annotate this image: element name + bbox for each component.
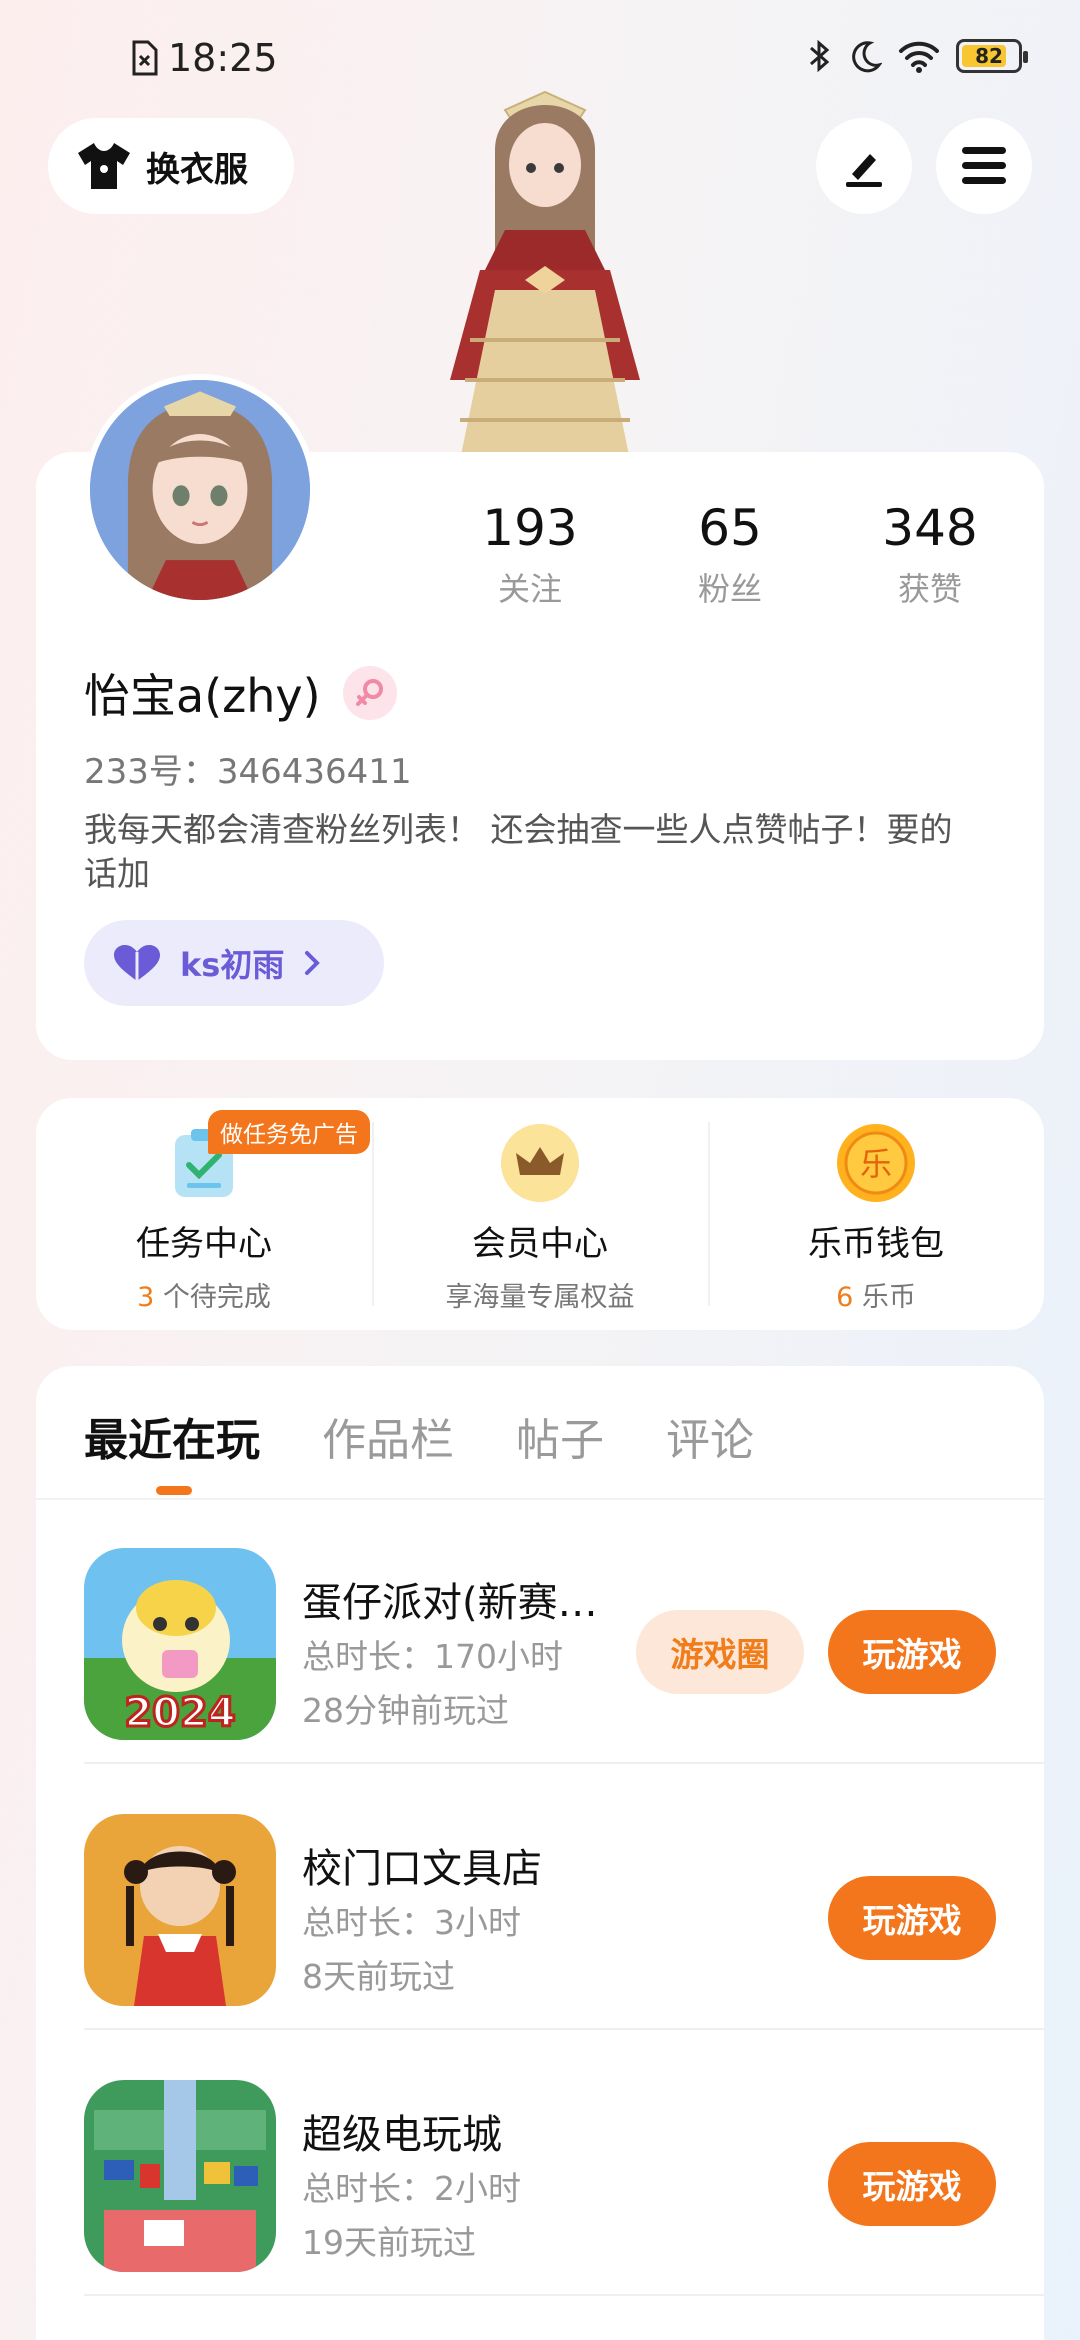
- user-id: 233号：346436411: [84, 752, 412, 792]
- change-outfit-button[interactable]: 换衣服: [48, 118, 294, 214]
- coin-unit: 乐币: [853, 1282, 916, 1313]
- edit-profile-button[interactable]: [816, 118, 912, 214]
- menu-icon: [962, 147, 1006, 184]
- bio: 我每天都会清查粉丝列表！ 还会抽查一些人点赞帖子！要的话加: [84, 810, 953, 893]
- shirt-icon: [78, 143, 130, 189]
- game-icon-stationery-shop: [84, 1814, 276, 2006]
- cp-tag-label: ks初雨: [180, 946, 285, 984]
- heart-icon: [114, 945, 160, 981]
- svg-text:乐: 乐: [860, 1145, 892, 1183]
- active-tab-indicator: [156, 1486, 192, 1495]
- game-duration: 总时长：2小时: [302, 2169, 521, 2208]
- play-game-button[interactable]: 玩游戏: [828, 1610, 996, 1694]
- sim-off-icon: [132, 40, 158, 76]
- task-center-title: 任务中心: [136, 1224, 272, 1264]
- stat-likes-count: 348: [882, 499, 978, 557]
- task-pending-label: 个待完成: [154, 1282, 271, 1313]
- pen-icon: [846, 154, 882, 187]
- tab-works[interactable]: 作品栏: [322, 1404, 454, 1468]
- svg-text:2024: 2024: [124, 1690, 235, 1736]
- menu-button[interactable]: [936, 118, 1032, 214]
- game-duration: 总时长：3小时: [302, 1903, 521, 1942]
- list-item[interactable]: 超级电玩城 总时长：2小时 19天前玩过 玩游戏: [84, 2032, 1044, 2296]
- stat-following[interactable]: 193 关注: [430, 498, 630, 610]
- play-game-button[interactable]: 玩游戏: [828, 2142, 996, 2226]
- coin-icon: 乐: [837, 1124, 915, 1202]
- stat-fans[interactable]: 65 粉丝: [630, 498, 830, 610]
- content-card: 最近在玩 作品栏 帖子 评论 2024 蛋仔派对(新赛季) 总时长：170小时 …: [36, 1366, 1044, 2340]
- chevron-right-icon: [305, 951, 321, 975]
- crown-icon: [501, 1124, 579, 1202]
- vip-center-subtitle: 享海量专属权益: [445, 1282, 635, 1313]
- coin-wallet-button[interactable]: 乐 乐币钱包 6 乐币: [708, 1098, 1044, 1330]
- nickname: 怡宝a(zhy): [84, 669, 321, 723]
- vip-center-title: 会员中心: [472, 1224, 608, 1264]
- stat-following-count: 193: [482, 499, 578, 557]
- coin-balance: 6: [836, 1282, 854, 1313]
- cp-tag-chip[interactable]: ks初雨: [84, 920, 384, 1006]
- game-icon-eggy-party: 2024: [84, 1548, 276, 1740]
- game-last-played: 28分钟前玩过: [302, 1691, 509, 1730]
- game-circle-button[interactable]: 游戏圈: [636, 1610, 804, 1694]
- services-card: 任务中心 3 个待完成 做任务免广告 会员中心 享海量专属权益 乐 乐币钱包 6…: [36, 1098, 1044, 1330]
- status-time: 18:25: [168, 36, 278, 80]
- list-item[interactable]: 校门口文具店 总时长：3小时 8天前玩过 玩游戏: [84, 1766, 1044, 2030]
- stat-likes[interactable]: 348 获赞: [830, 498, 1030, 610]
- play-game-button[interactable]: 玩游戏: [828, 1876, 996, 1960]
- avatar[interactable]: [84, 374, 316, 606]
- stat-following-label: 关注: [497, 570, 562, 608]
- content-tabs: 最近在玩 作品栏 帖子 评论: [84, 1404, 754, 1468]
- game-title: 蛋仔派对(新赛季): [302, 1580, 612, 1626]
- tab-recently-played[interactable]: 最近在玩: [84, 1404, 260, 1468]
- game-icon-arcade: [84, 2080, 276, 2272]
- coin-wallet-title: 乐币钱包: [808, 1224, 944, 1264]
- stat-likes-label: 获赞: [897, 570, 962, 608]
- battery-level: 82: [975, 44, 1003, 68]
- stat-fans-count: 65: [698, 499, 762, 557]
- profile-stats: 193 关注 65 粉丝 348 获赞: [430, 498, 1030, 610]
- stat-fans-label: 粉丝: [697, 570, 762, 608]
- task-center-button[interactable]: 任务中心 3 个待完成 做任务免广告: [36, 1098, 372, 1330]
- task-pending-count: 3: [137, 1282, 155, 1313]
- vip-center-button[interactable]: 会员中心 享海量专属权益: [372, 1098, 708, 1330]
- game-last-played: 8天前玩过: [302, 1957, 455, 1996]
- game-duration: 总时长：170小时: [302, 1637, 563, 1676]
- bluetooth-icon: [810, 39, 830, 73]
- change-outfit-label: 换衣服: [146, 149, 248, 190]
- game-last-played: 19天前玩过: [302, 2223, 476, 2262]
- wifi-icon: [899, 41, 939, 73]
- list-item[interactable]: 2024 蛋仔派对(新赛季) 总时长：170小时 28分钟前玩过 游戏圈 玩游戏: [84, 1500, 1044, 1764]
- game-title: 超级电玩城: [302, 2112, 502, 2158]
- female-gender-icon: [342, 666, 397, 720]
- tab-comments[interactable]: 评论: [666, 1404, 754, 1468]
- avatar-character-image[interactable]: [400, 90, 690, 460]
- tab-posts[interactable]: 帖子: [516, 1404, 604, 1468]
- task-ad-free-badge: 做任务免广告: [208, 1110, 370, 1154]
- battery-icon: 82: [956, 39, 1028, 73]
- moon-icon: [852, 41, 882, 73]
- nickname-row: 怡宝a(zhy): [84, 660, 397, 726]
- game-title: 校门口文具店: [302, 1846, 542, 1892]
